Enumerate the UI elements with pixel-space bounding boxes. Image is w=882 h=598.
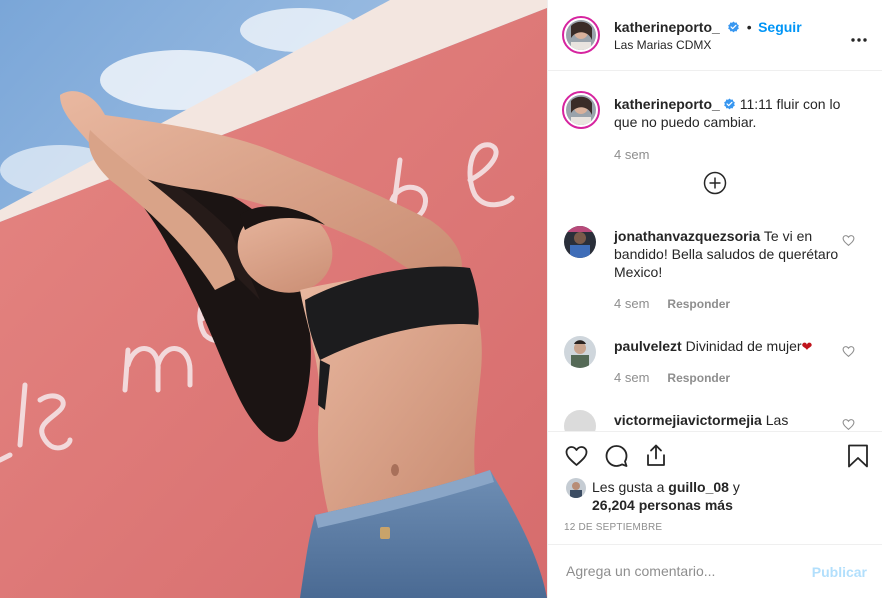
reply-button[interactable]: Responder bbox=[667, 297, 730, 311]
post-header: katherineporto_ • Seguir Las Marias CDMX bbox=[548, 0, 882, 71]
comment-like-heart-icon[interactable] bbox=[842, 418, 855, 431]
post-photo[interactable] bbox=[0, 0, 547, 598]
comment-bubble-icon[interactable] bbox=[604, 444, 629, 473]
share-upload-icon[interactable] bbox=[644, 443, 668, 473]
comment-username[interactable]: jonathanvazquezsoria bbox=[614, 228, 760, 244]
commenter-avatar[interactable] bbox=[564, 336, 596, 368]
follow-button[interactable]: Seguir bbox=[758, 19, 802, 35]
comment-timestamp[interactable]: 4 sem bbox=[614, 296, 649, 311]
comment-text-block: victormejiavictormejia Las bbox=[614, 411, 839, 429]
likes-summary: Les gusta a guillo_08 y 26,204 personas … bbox=[592, 478, 872, 514]
post-date[interactable]: 12 DE SEPTIEMBRE bbox=[564, 522, 662, 533]
likes-count-link[interactable]: 26,204 personas más bbox=[592, 497, 733, 513]
comment-text: Divinidad de mujer bbox=[685, 338, 802, 354]
caption-username[interactable]: katherineporto_ bbox=[614, 96, 720, 112]
liker-username[interactable]: guillo_08 bbox=[668, 479, 729, 495]
save-bookmark-icon[interactable] bbox=[847, 444, 869, 473]
likes-prefix: Les gusta a bbox=[592, 479, 665, 495]
comment-username[interactable]: paulvelezt bbox=[614, 338, 682, 354]
post-location[interactable]: Las Marias CDMX bbox=[614, 38, 711, 52]
red-heart-emoji: ❤ bbox=[801, 339, 813, 354]
verified-badge-icon bbox=[724, 98, 735, 110]
comments-list[interactable]: katherineporto_ 11:11 fluir con lo que n… bbox=[548, 71, 882, 431]
comment-username[interactable]: victormejiavictormejia bbox=[614, 412, 762, 428]
comment-like-heart-icon[interactable] bbox=[842, 234, 855, 252]
comment-meta: 4 sem Responder bbox=[614, 370, 730, 385]
comment-text-block: paulvelezt Divinidad de mujer❤ bbox=[614, 337, 839, 356]
like-heart-icon[interactable] bbox=[564, 444, 589, 473]
author-username[interactable]: katherineporto_ bbox=[614, 19, 720, 35]
comment-timestamp[interactable]: 4 sem bbox=[614, 370, 649, 385]
post-actions-section: Les gusta a guillo_08 y 26,204 personas … bbox=[548, 431, 882, 598]
likes-connector: y bbox=[732, 479, 740, 495]
verified-badge-icon bbox=[728, 21, 740, 33]
comment-text-block: jonathanvazquezsoria Te vi en bandido! B… bbox=[614, 227, 839, 281]
header-dot-separator: • bbox=[746, 19, 752, 35]
caption-text-block: katherineporto_ 11:11 fluir con lo que n… bbox=[614, 95, 854, 131]
comment-meta: 4 sem Responder bbox=[614, 296, 730, 311]
comment-like-heart-icon[interactable] bbox=[842, 345, 855, 363]
comment-text: Las bbox=[765, 412, 789, 428]
publish-button[interactable]: Publicar bbox=[812, 564, 867, 580]
load-more-comments-icon[interactable] bbox=[703, 171, 727, 200]
caption-author-avatar[interactable] bbox=[562, 91, 600, 129]
comment-composer: Publicar bbox=[548, 544, 882, 598]
caption-timestamp[interactable]: 4 sem bbox=[614, 147, 649, 162]
liker-avatar[interactable] bbox=[566, 478, 586, 498]
commenter-avatar[interactable] bbox=[564, 226, 596, 258]
comment-input[interactable] bbox=[564, 562, 798, 580]
reply-button[interactable]: Responder bbox=[667, 371, 730, 385]
photo-illustration bbox=[0, 0, 547, 598]
commenter-avatar[interactable] bbox=[564, 410, 596, 431]
author-avatar[interactable] bbox=[562, 16, 600, 54]
post-details-panel: katherineporto_ • Seguir Las Marias CDMX bbox=[547, 0, 882, 598]
more-options-icon[interactable] bbox=[851, 26, 867, 47]
